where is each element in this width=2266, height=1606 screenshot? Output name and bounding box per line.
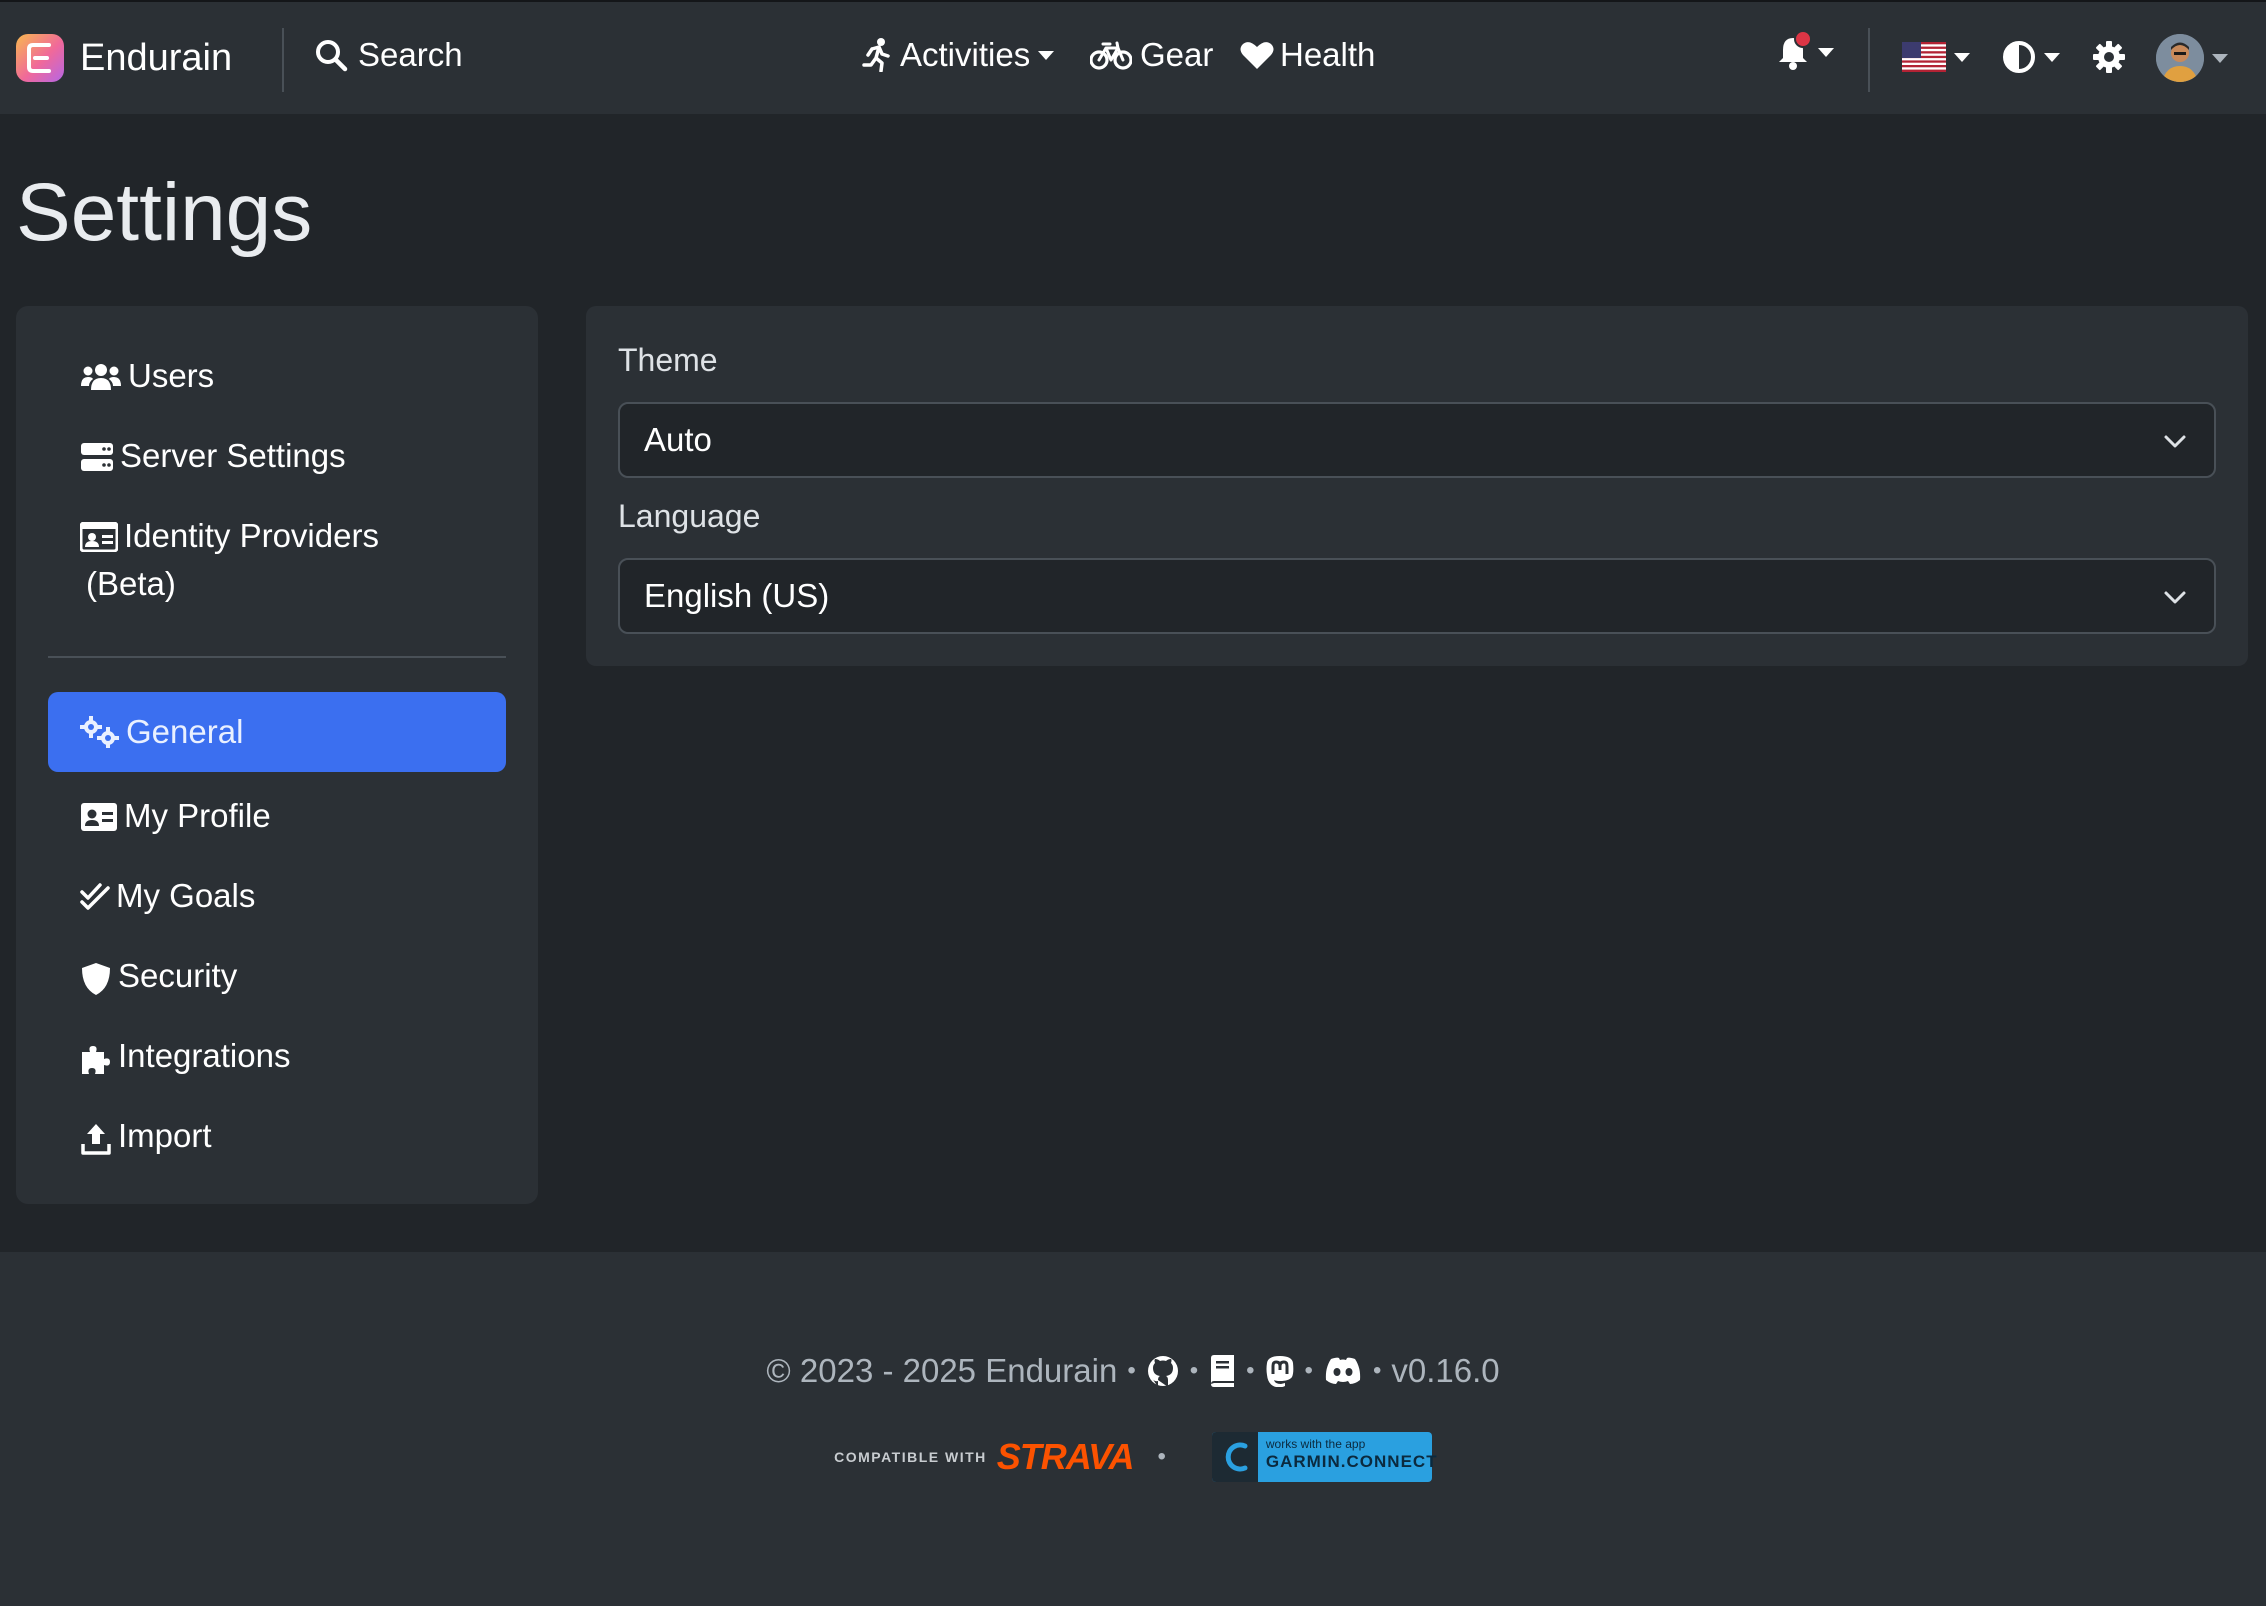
sidebar-item-identity-providers[interactable]: Identity Providers (Beta) [48, 512, 506, 608]
bicycle-icon [1090, 40, 1132, 70]
separator-dot: • [1157, 1443, 1166, 1470]
garmin-connect-badge[interactable]: works with the app GARMIN.CONNECT [1211, 1432, 1437, 1482]
beta-text: (Beta) [86, 565, 176, 602]
chevron-down-icon [2164, 591, 2186, 604]
sidebar-item-integrations[interactable]: Integrations [48, 1032, 506, 1080]
theme-select-value: Auto [644, 421, 712, 458]
sidebar-item-server-settings[interactable]: Server Settings [48, 432, 506, 480]
id-card-icon [80, 522, 118, 552]
chevron-down-icon [2044, 52, 2060, 62]
brand-link[interactable]: Endurain [16, 34, 232, 82]
language-dropdown[interactable] [1902, 42, 1970, 72]
page-title: Settings [16, 167, 313, 258]
search-label: Search [358, 36, 463, 73]
footer: © 2023 - 2025 Endurain • • • • • v0.16.0… [0, 1252, 2266, 1606]
chevron-down-icon [2164, 435, 2186, 448]
theme-select[interactable]: Auto [618, 402, 2216, 478]
sidebar-item-label: Server Settings [120, 437, 346, 474]
version-text: v0.16.0 [1391, 1352, 1500, 1389]
language-select-value: English (US) [644, 577, 830, 614]
separator-dot: • [1304, 1357, 1313, 1384]
theme-contrast-icon [2002, 40, 2036, 74]
general-settings-card: Theme Auto Language English (US) [586, 306, 2248, 666]
strava-logo[interactable]: STRAVA [997, 1436, 1135, 1478]
sidebar-item-label: Users [128, 357, 215, 394]
running-icon [862, 38, 892, 72]
chevron-down-icon [1818, 47, 1834, 57]
nav-activities[interactable]: Activities [862, 36, 1055, 74]
id-card-icon [81, 803, 117, 831]
gear-icon [2092, 40, 2126, 74]
sidebar-item-users[interactable]: Users [48, 352, 506, 400]
chevron-down-icon [1954, 52, 1970, 62]
garmin-badge-text: works with the app GARMIN.CONNECT [1266, 1438, 1438, 1470]
user-dropdown[interactable] [2156, 34, 2228, 82]
separator-dot: • [1189, 1357, 1199, 1384]
sidebar-item-label: My Goals [116, 877, 256, 914]
nav-gear[interactable]: Gear [1090, 36, 1213, 74]
github-icon[interactable] [1146, 1354, 1180, 1388]
copyright-text: © 2023 - 2025 Endurain [766, 1352, 1118, 1389]
gears-icon [80, 716, 119, 748]
sidebar-item-my-profile[interactable]: My Profile [48, 792, 506, 840]
mastodon-icon[interactable] [1265, 1355, 1295, 1387]
brand-name: Endurain [80, 36, 233, 79]
bell-icon [1776, 30, 1812, 72]
docs-book-icon[interactable] [1208, 1354, 1236, 1388]
partner-badges: COMPATIBLE WITH STRAVA • works with the … [0, 1432, 2266, 1482]
search-icon [314, 38, 348, 72]
theme-label: Theme [618, 342, 718, 378]
sidebar-item-label: Integrations [118, 1037, 291, 1074]
sidebar-item-label: My Profile [124, 797, 271, 834]
navbar-divider [282, 28, 284, 92]
navbar-divider [1868, 28, 1870, 92]
puzzle-icon [82, 1046, 110, 1074]
identity-providers-text: Identity Providers [124, 517, 379, 554]
garmin-big-text: GARMIN.CONNECT [1265, 1452, 1438, 1471]
compatible-with-text: COMPATIBLE WITH [834, 1449, 987, 1465]
upload-icon [81, 1124, 111, 1155]
discord-icon[interactable] [1323, 1356, 1363, 1386]
language-select[interactable]: English (US) [618, 558, 2216, 634]
us-flag-icon [1902, 42, 1946, 72]
sidebar-item-label: Security [118, 957, 238, 994]
sidebar-item-label: General [126, 713, 244, 750]
sidebar-item-general[interactable]: General [48, 692, 506, 772]
top-navbar: Endurain Search Activities Gear Health [0, 0, 2266, 114]
nav-health[interactable]: Health [1240, 36, 1375, 74]
settings-link[interactable] [2092, 40, 2126, 74]
chevron-down-icon [2212, 53, 2228, 63]
sidebar-divider [48, 656, 506, 658]
health-label: Health [1280, 36, 1376, 73]
search-link[interactable]: Search [314, 36, 463, 74]
notification-badge [1794, 30, 1812, 48]
separator-dot: • [1246, 1357, 1255, 1384]
footer-line: © 2023 - 2025 Endurain • • • • • v0.16.0 [0, 1352, 2266, 1390]
separator-dot: • [1127, 1357, 1136, 1384]
separator-dot: • [1372, 1357, 1382, 1384]
check-double-icon [80, 883, 110, 910]
shield-icon [82, 963, 110, 995]
heart-icon [1240, 40, 1274, 70]
chevron-down-icon [1038, 50, 1055, 60]
garmin-connect-icon [1225, 1442, 1248, 1472]
theme-dropdown[interactable] [2002, 40, 2060, 74]
settings-sidebar: Users Server Settings Identity Providers… [16, 306, 538, 1204]
sidebar-item-label: Import [118, 1117, 212, 1154]
endurain-logo-icon [16, 34, 64, 82]
sidebar-item-import[interactable]: Import [48, 1112, 506, 1160]
server-icon [81, 443, 113, 471]
language-label: Language [618, 498, 761, 534]
avatar [2156, 34, 2204, 82]
gear-label: Gear [1140, 36, 1214, 73]
sidebar-item-security[interactable]: Security [48, 952, 506, 1000]
activities-label: Activities [900, 36, 1031, 73]
notifications-dropdown[interactable] [1776, 30, 1834, 72]
garmin-badge-icon-area [1211, 1432, 1258, 1482]
users-icon [81, 364, 121, 390]
garmin-small-text: works with the app [1265, 1437, 1366, 1451]
sidebar-item-my-goals[interactable]: My Goals [48, 872, 506, 920]
sidebar-item-label: Identity Providers (Beta) [86, 512, 379, 608]
